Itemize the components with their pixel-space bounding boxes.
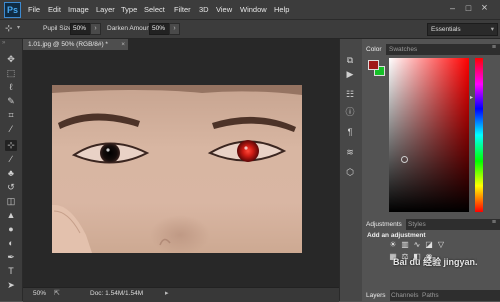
status-menu-arrow-icon[interactable]: ▸ bbox=[165, 289, 169, 297]
levels-icon[interactable]: ▥ bbox=[400, 240, 410, 250]
tab-color[interactable]: Color bbox=[362, 44, 386, 55]
pupil-size-field[interactable]: 50% bbox=[70, 23, 91, 35]
menu-image[interactable]: Image bbox=[68, 5, 89, 14]
panel-menu-icon[interactable]: ≡ bbox=[492, 44, 496, 51]
info-panel-icon[interactable]: ⓘ bbox=[344, 106, 356, 118]
menu-3d[interactable]: 3D bbox=[199, 5, 209, 14]
document-tab[interactable]: 1.01.jpg @ 50% (RGB/8#) * × bbox=[23, 39, 128, 50]
path-selection-tool-icon[interactable]: ➤ bbox=[5, 280, 17, 291]
right-eyebrow bbox=[212, 116, 296, 132]
minimize-button[interactable]: – bbox=[446, 3, 459, 14]
curves-icon[interactable]: ∿ bbox=[412, 240, 422, 250]
quick-selection-tool-icon[interactable]: ✎ bbox=[5, 96, 17, 107]
hue-slider-handle[interactable]: ▸ bbox=[470, 94, 473, 101]
close-button[interactable]: × bbox=[478, 3, 491, 14]
layers-panel-tabs: Layers Channels Paths bbox=[362, 290, 500, 301]
menu-select[interactable]: Select bbox=[144, 5, 165, 14]
eraser-tool-icon[interactable]: ◫ bbox=[5, 196, 17, 207]
chevron-down-icon: ▾ bbox=[490, 26, 494, 33]
brightness-contrast-icon[interactable]: ☀ bbox=[388, 240, 398, 250]
photoshop-logo: Ps bbox=[4, 2, 21, 18]
3d-panel-icon[interactable]: ⬡ bbox=[344, 166, 356, 178]
red-eye-tool-icon[interactable]: ⊹ bbox=[5, 23, 13, 34]
red-eye-tool-icon[interactable]: ⊹ bbox=[5, 140, 17, 151]
doc-size: Doc: 1.54M/1.54M bbox=[90, 290, 144, 297]
tab-layers[interactable]: Layers bbox=[362, 290, 390, 301]
left-iris bbox=[100, 143, 120, 163]
menu-layer[interactable]: Layer bbox=[96, 5, 115, 14]
tab-styles[interactable]: Styles bbox=[404, 219, 430, 230]
menu-window[interactable]: Window bbox=[240, 5, 267, 14]
history-brush-tool-icon[interactable]: ↺ bbox=[5, 182, 17, 193]
collapse-toolbar-icon[interactable]: » bbox=[2, 40, 5, 46]
brush-tool-icon[interactable]: ∕ bbox=[5, 154, 17, 165]
maximize-button[interactable]: □ bbox=[462, 3, 475, 14]
workspace-select[interactable]: Essentials ▾ bbox=[427, 23, 498, 36]
hair bbox=[52, 85, 302, 95]
left-eyebrow bbox=[58, 113, 140, 129]
document-tab-title: 1.01.jpg @ 50% (RGB/8#) * bbox=[28, 41, 108, 48]
tab-paths[interactable]: Paths bbox=[418, 290, 443, 301]
status-bar bbox=[23, 287, 339, 302]
brush-panel-icon[interactable]: ¶ bbox=[344, 126, 356, 138]
color-picker-cursor[interactable] bbox=[401, 156, 408, 163]
move-tool-icon[interactable]: ✥ bbox=[5, 54, 17, 65]
export-icon[interactable]: ⇱ bbox=[54, 289, 60, 297]
face-photo bbox=[52, 85, 302, 253]
menu-view[interactable]: View bbox=[216, 5, 232, 14]
clone-stamp-tool-icon[interactable]: ♣ bbox=[5, 168, 17, 179]
baidu-watermark: Bai du 经验 jingyan.baidu.com bbox=[393, 256, 477, 276]
menu-type[interactable]: Type bbox=[121, 5, 137, 14]
tool-preset-dropdown-icon[interactable]: ▾ bbox=[17, 24, 20, 31]
pen-tool-icon[interactable]: ✒ bbox=[5, 252, 17, 263]
pupil-size-dropdown[interactable]: › bbox=[90, 23, 101, 35]
menu-help[interactable]: Help bbox=[274, 5, 289, 14]
crop-tool-icon[interactable]: ⌗ bbox=[5, 110, 17, 121]
menu-file[interactable]: File bbox=[28, 5, 40, 14]
vibrance-icon[interactable]: ▽ bbox=[436, 240, 446, 250]
lasso-tool-icon[interactable]: ℓ bbox=[5, 82, 17, 93]
type-tool-icon[interactable]: T bbox=[5, 266, 17, 277]
image-canvas[interactable] bbox=[52, 85, 302, 253]
foreground-color-swatch[interactable] bbox=[368, 60, 379, 70]
dodge-tool-icon[interactable]: ◐ bbox=[5, 238, 17, 249]
blur-tool-icon[interactable]: ● bbox=[5, 224, 17, 235]
darken-amount-field[interactable]: 50% bbox=[149, 23, 170, 35]
hue-slider[interactable] bbox=[475, 58, 483, 212]
tab-swatches[interactable]: Swatches bbox=[385, 44, 421, 55]
zoom-level[interactable]: 50% bbox=[33, 290, 46, 297]
finger bbox=[52, 204, 92, 253]
menu-edit[interactable]: Edit bbox=[48, 5, 61, 14]
color-spectrum[interactable] bbox=[389, 58, 469, 212]
close-tab-icon[interactable]: × bbox=[121, 39, 125, 50]
adjustments-panel-tabs: Adjustments Styles ≡ bbox=[362, 219, 500, 230]
adjustments-hint: Add an adjustment bbox=[367, 232, 426, 239]
tab-adjustments[interactable]: Adjustments bbox=[362, 219, 406, 230]
marquee-tool-icon[interactable]: ⬚ bbox=[5, 68, 17, 79]
color-panel-tabs: Color Swatches ≡ bbox=[362, 44, 500, 55]
darken-amount-label: Darken Amount: bbox=[107, 25, 154, 32]
actions-panel-icon[interactable]: ▶ bbox=[344, 68, 356, 80]
properties-panel-icon[interactable]: ☷ bbox=[344, 88, 356, 100]
paint-bucket-tool-icon[interactable]: ▲ bbox=[5, 210, 17, 221]
darken-amount-dropdown[interactable]: › bbox=[169, 23, 180, 35]
history-panel-icon[interactable]: ⧉ bbox=[344, 54, 356, 66]
eyedropper-tool-icon[interactable]: ⁄ bbox=[5, 124, 17, 135]
right-iris-red bbox=[237, 140, 259, 162]
brush-presets-icon[interactable]: ≋ bbox=[344, 146, 356, 158]
menu-filter[interactable]: Filter bbox=[174, 5, 191, 14]
panel-menu-icon[interactable]: ≡ bbox=[492, 219, 496, 226]
watermark-text: Bai du 经验 jingyan.baidu.com bbox=[393, 257, 477, 267]
workspace-label: Essentials bbox=[431, 26, 461, 33]
exposure-icon[interactable]: ◪ bbox=[424, 240, 434, 250]
